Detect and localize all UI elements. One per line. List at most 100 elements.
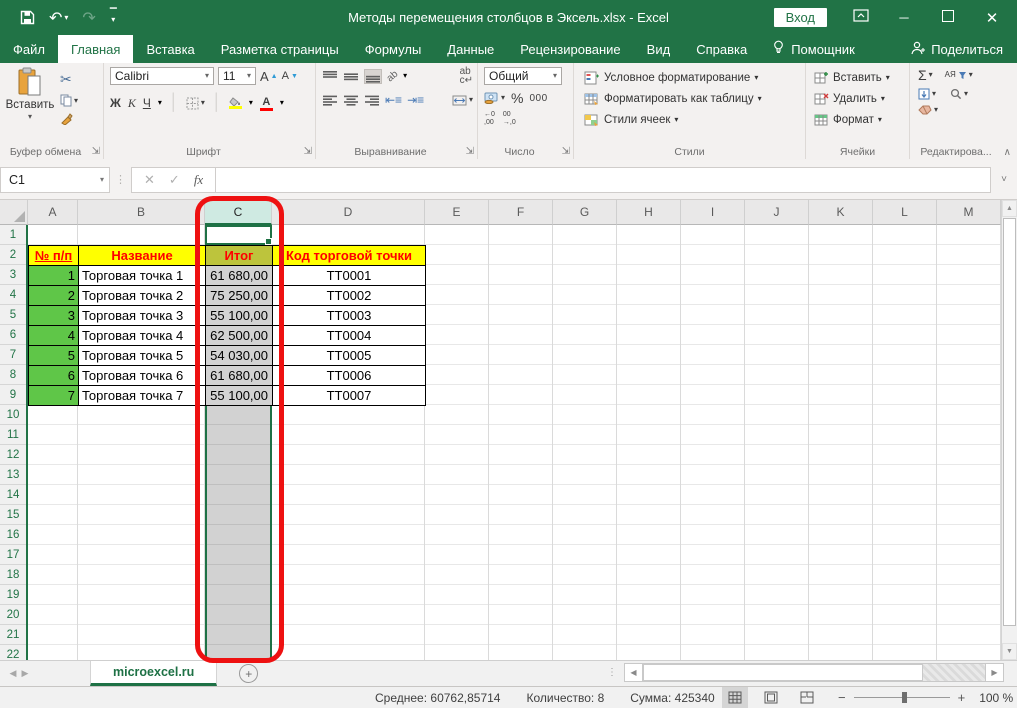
- fill-down-icon[interactable]: ▾: [918, 88, 936, 100]
- row-header-15[interactable]: 15: [0, 505, 26, 525]
- table-header-total[interactable]: Итог: [206, 246, 273, 266]
- cell-name-row3[interactable]: Торговая точка 1: [79, 266, 206, 286]
- tab-рецензирование[interactable]: Рецензирование: [507, 35, 633, 63]
- column-F[interactable]: [489, 225, 553, 660]
- format-painter-icon[interactable]: [60, 113, 78, 125]
- active-cell-C1[interactable]: [205, 225, 272, 245]
- percent-style-icon[interactable]: %: [511, 90, 523, 106]
- undo-icon[interactable]: ↶▾: [49, 8, 68, 28]
- tab-помощник[interactable]: Помощник: [760, 35, 868, 63]
- share-button[interactable]: Поделиться: [910, 35, 1003, 63]
- underline-menu-caret[interactable]: ▾: [158, 99, 162, 107]
- ribbon-display-options-icon[interactable]: [853, 9, 869, 27]
- scroll-right-icon[interactable]: ▶: [985, 663, 1004, 682]
- cell-code-row7[interactable]: ТТ0005: [273, 346, 426, 366]
- formula-input[interactable]: [216, 167, 991, 193]
- row-header-9[interactable]: 9: [0, 385, 26, 405]
- row-header-12[interactable]: 12: [0, 445, 26, 465]
- save-icon[interactable]: [20, 10, 35, 25]
- decrease-indent-icon[interactable]: ⇤≡: [385, 93, 402, 107]
- cell-name-row9[interactable]: Торговая точка 7: [79, 386, 206, 406]
- column-H[interactable]: [617, 225, 681, 660]
- cell-num-row6[interactable]: 4: [29, 326, 79, 346]
- cell-code-row6[interactable]: ТТ0004: [273, 326, 426, 346]
- cell-code-row8[interactable]: ТТ0006: [273, 366, 426, 386]
- row-header-22[interactable]: 22: [0, 645, 26, 660]
- accounting-format-icon[interactable]: ▾: [484, 92, 505, 104]
- orientation-icon[interactable]: ab: [385, 68, 401, 84]
- tab-вид[interactable]: Вид: [634, 35, 684, 63]
- table-header-name[interactable]: Название: [79, 246, 206, 266]
- row-header-20[interactable]: 20: [0, 605, 26, 625]
- tab-вставка[interactable]: Вставка: [133, 35, 207, 63]
- merge-center-icon[interactable]: ▾: [452, 95, 473, 106]
- decrease-decimal-icon[interactable]: 00→,0: [503, 111, 516, 126]
- number-format-select[interactable]: Общий▾: [484, 67, 562, 85]
- row-header-4[interactable]: 4: [0, 285, 26, 305]
- paste-button[interactable]: Вставить ▾: [6, 67, 54, 125]
- cancel-entry-icon[interactable]: ✕: [144, 172, 155, 188]
- column-header-F[interactable]: F: [489, 200, 553, 225]
- font-color-icon[interactable]: А: [260, 96, 273, 111]
- cell-total-row3[interactable]: 61 680,00: [206, 266, 273, 286]
- align-right-icon[interactable]: [364, 94, 380, 107]
- font-size-select[interactable]: 11▾: [218, 67, 256, 85]
- zoom-slider-thumb[interactable]: [902, 692, 907, 703]
- row-header-5[interactable]: 5: [0, 305, 26, 325]
- close-button[interactable]: ✕: [983, 9, 1001, 27]
- cell-num-row7[interactable]: 5: [29, 346, 79, 366]
- column-L[interactable]: [873, 225, 937, 660]
- name-box[interactable]: C1 ▾: [0, 167, 110, 193]
- column-I[interactable]: [681, 225, 745, 660]
- page-break-view-icon[interactable]: [794, 687, 820, 708]
- horizontal-scroll-track[interactable]: [643, 663, 985, 682]
- row-header-8[interactable]: 8: [0, 365, 26, 385]
- italic-button[interactable]: К: [128, 96, 136, 111]
- row-header-19[interactable]: 19: [0, 585, 26, 605]
- row-header-3[interactable]: 3: [0, 265, 26, 285]
- clear-icon[interactable]: ▾: [918, 105, 938, 115]
- find-select-icon[interactable]: ▾: [950, 88, 968, 100]
- cell-total-row6[interactable]: 62 500,00: [206, 326, 273, 346]
- clipboard-dialog-launcher-icon[interactable]: ⇲: [92, 147, 100, 157]
- column-J[interactable]: [745, 225, 809, 660]
- align-center-icon[interactable]: [343, 94, 359, 107]
- sign-in-button[interactable]: Вход: [774, 8, 827, 27]
- fill-color-caret[interactable]: ▾: [249, 99, 253, 107]
- collapse-ribbon-icon[interactable]: ∧: [1004, 147, 1011, 158]
- cell-num-row5[interactable]: 3: [29, 306, 79, 326]
- cell-num-row3[interactable]: 1: [29, 266, 79, 286]
- row-header-6[interactable]: 6: [0, 325, 26, 345]
- insert-function-icon[interactable]: fx: [194, 172, 203, 188]
- select-all-corner[interactable]: [0, 200, 28, 225]
- cell-name-row7[interactable]: Торговая точка 5: [79, 346, 206, 366]
- column-K[interactable]: [809, 225, 873, 660]
- font-color-caret[interactable]: ▾: [280, 99, 284, 107]
- column-G[interactable]: [553, 225, 617, 660]
- tab-главная[interactable]: Главная: [58, 35, 133, 63]
- column-header-I[interactable]: I: [681, 200, 745, 225]
- tab-справка[interactable]: Справка: [683, 35, 760, 63]
- cell-name-row6[interactable]: Торговая точка 4: [79, 326, 206, 346]
- column-header-A[interactable]: A: [28, 200, 78, 225]
- column-M[interactable]: [937, 225, 1001, 660]
- table-header-code[interactable]: Код торговой точки: [273, 246, 426, 266]
- number-dialog-launcher-icon[interactable]: ⇲: [562, 147, 570, 157]
- tab-разметка-страницы[interactable]: Разметка страницы: [208, 35, 352, 63]
- font-dialog-launcher-icon[interactable]: ⇲: [304, 147, 312, 157]
- format-cells-button[interactable]: Формат▾: [814, 109, 905, 130]
- column-header-D[interactable]: D: [272, 200, 425, 225]
- column-header-B[interactable]: B: [78, 200, 205, 225]
- cell-code-row3[interactable]: ТТ0001: [273, 266, 426, 286]
- horizontal-scrollbar[interactable]: ◀ ▶: [624, 663, 1004, 682]
- new-sheet-button[interactable]: +: [239, 664, 258, 683]
- customize-qat-icon[interactable]: ▔▾: [110, 11, 117, 24]
- align-left-icon[interactable]: [322, 94, 338, 107]
- cell-num-row4[interactable]: 2: [29, 286, 79, 306]
- format-as-table-button[interactable]: Форматировать как таблицу▾: [584, 88, 801, 109]
- table-header-num[interactable]: № п/п: [29, 246, 79, 266]
- decrease-font-icon[interactable]: A▼: [282, 70, 298, 82]
- row-header-11[interactable]: 11: [0, 425, 26, 445]
- comma-style-icon[interactable]: 000: [529, 93, 547, 104]
- page-layout-view-icon[interactable]: [758, 687, 784, 708]
